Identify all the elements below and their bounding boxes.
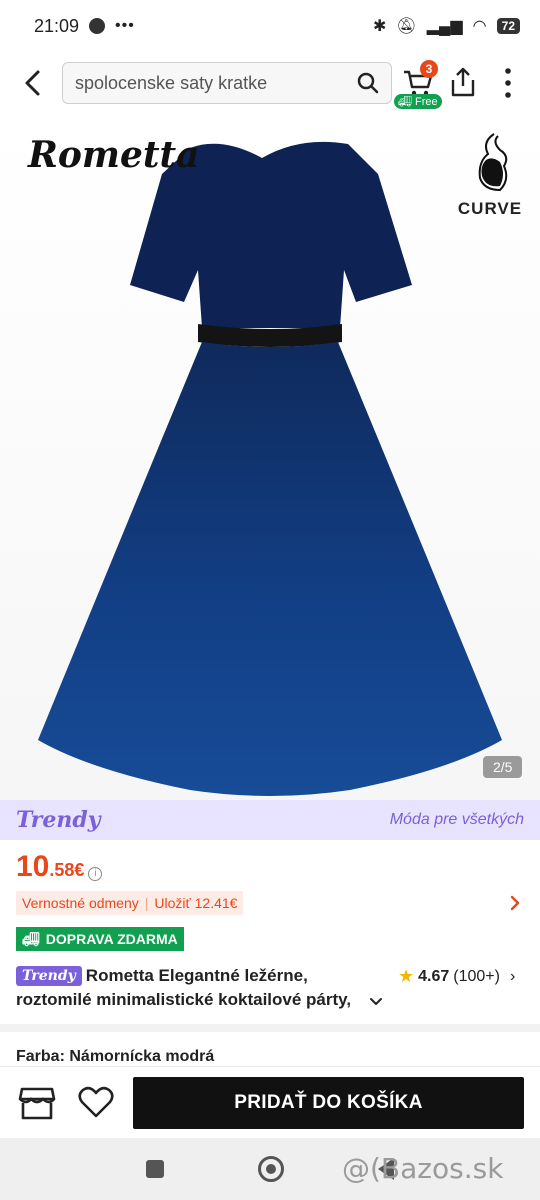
banner-tagline: Móda pre všetkých bbox=[389, 811, 524, 828]
price-info-icon[interactable]: i bbox=[88, 867, 103, 881]
loyalty-separator: | bbox=[144, 895, 149, 911]
wifi-icon: ◠ bbox=[472, 18, 487, 35]
dress-image bbox=[38, 141, 502, 796]
battery-indicator: 72 bbox=[496, 18, 520, 34]
watermark: @(Bazos.sk bbox=[342, 1152, 504, 1185]
product-price: 10 .58€ i bbox=[16, 850, 103, 884]
chevron-down-icon[interactable] bbox=[368, 994, 384, 1010]
curve-figure-icon bbox=[478, 133, 508, 192]
star-icon: ★ bbox=[398, 966, 415, 986]
color-selection[interactable]: Farba: Námornícka modrá bbox=[16, 1048, 214, 1066]
search-input[interactable]: spolocenske saty kratke bbox=[62, 62, 392, 104]
bottom-action-bar: PRIDAŤ DO KOŠÍKA bbox=[0, 1066, 540, 1138]
product-image-gallery[interactable]: Rometta CURVE 2/5 bbox=[0, 120, 540, 800]
status-time: 21:09 bbox=[34, 15, 80, 36]
loyalty-rewards[interactable]: Vernostné odmeny | Uložiť 12.41€ bbox=[16, 891, 244, 915]
color-label: Farba: bbox=[16, 1048, 65, 1065]
price-integer: 10 bbox=[16, 850, 50, 883]
truck-icon: 🚚︎ bbox=[22, 930, 40, 947]
color-value: Námornícka modrá bbox=[69, 1048, 215, 1065]
loyalty-savings: Uložiť 12.41€ bbox=[154, 895, 238, 911]
recent-apps-button[interactable] bbox=[146, 1160, 164, 1178]
more-options-icon[interactable] bbox=[498, 66, 518, 100]
bluetooth-icon: ✱ bbox=[373, 18, 387, 35]
search-icon[interactable] bbox=[357, 72, 379, 94]
share-icon[interactable] bbox=[448, 66, 478, 98]
trendy-badge: Trendy bbox=[16, 966, 82, 986]
status-bar: 21:09 ••• ✱ 🔕︎ ▂▄▆ ◠ 72 bbox=[0, 0, 540, 52]
rating-value: 4.67 bbox=[418, 967, 450, 985]
trendy-logo: Trendy bbox=[16, 807, 101, 833]
title-line-1: Rometta Elegantné ležérne, bbox=[85, 966, 308, 985]
free-shipping-tag: 🚚︎ DOPRAVA ZDARMA bbox=[16, 927, 184, 951]
trendy-banner[interactable]: Trendy Móda pre všetkých bbox=[0, 800, 540, 840]
curve-logo: CURVE bbox=[452, 132, 528, 219]
signal-icon: ▂▄▆ bbox=[426, 18, 463, 35]
add-to-cart-button[interactable]: PRIDAŤ DO KOŠÍKA bbox=[133, 1077, 524, 1129]
cart-count-badge: 3 bbox=[420, 60, 438, 78]
messenger-icon bbox=[89, 18, 106, 34]
chevron-right-icon: › bbox=[509, 967, 516, 985]
section-divider bbox=[0, 1024, 540, 1032]
store-icon[interactable] bbox=[18, 1085, 56, 1121]
search-query: spolocenske saty kratke bbox=[75, 72, 268, 93]
top-navigation: spolocenske saty kratke 3 🚚︎ Free bbox=[0, 56, 540, 112]
product-title[interactable]: Trendy Rometta Elegantné ležérne, roztomi… bbox=[16, 964, 391, 1012]
heart-icon[interactable] bbox=[78, 1085, 114, 1119]
free-label: Free bbox=[415, 96, 438, 108]
curve-label: CURVE bbox=[457, 199, 523, 218]
review-count: (100+) bbox=[453, 967, 500, 985]
free-shipping-badge: 🚚︎ Free bbox=[394, 94, 442, 109]
chevron-right-icon[interactable] bbox=[506, 892, 524, 914]
product-rating[interactable]: ★ 4.67 (100+) › bbox=[398, 966, 515, 987]
more-notifications-icon: ••• bbox=[115, 17, 135, 34]
cart-button[interactable]: 3 🚚︎ Free bbox=[394, 60, 442, 110]
image-pager: 2/5 bbox=[483, 756, 523, 778]
mute-icon: 🔕︎ bbox=[396, 18, 417, 35]
title-line-2: roztomilé minimalistické koktailové párt… bbox=[16, 990, 352, 1009]
loyalty-label: Vernostné odmeny bbox=[22, 895, 139, 911]
back-arrow-icon[interactable] bbox=[18, 68, 48, 98]
price-decimal: .58€ bbox=[49, 860, 85, 880]
brand-logo: Rometta bbox=[28, 134, 200, 176]
shipping-label: DOPRAVA ZDARMA bbox=[45, 931, 178, 947]
home-button[interactable] bbox=[258, 1156, 284, 1182]
